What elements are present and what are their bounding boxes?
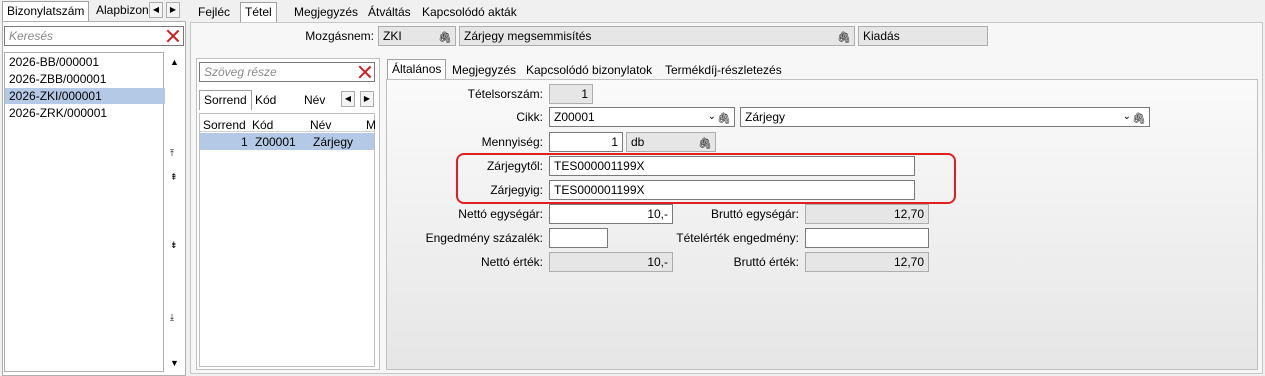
cell-code: Z00001 <box>255 135 296 149</box>
attachment-icon[interactable]: 🖇 <box>1132 110 1146 126</box>
attachment-icon[interactable]: 🖇 <box>837 29 851 45</box>
mid-search-placeholder: Szöveg része <box>204 65 277 79</box>
sort-tab-scroll-left-button[interactable]: ◀ <box>341 91 355 107</box>
movement-name-value: Zárjegy megsemmisítés <box>464 29 592 43</box>
scroll-up-icon[interactable]: ▲ <box>170 57 179 67</box>
discount-percent-label: Engedmény százalék: <box>425 231 543 245</box>
col-header-m[interactable]: M <box>366 118 376 132</box>
tab-fejlec[interactable]: Fejléc <box>194 3 234 23</box>
items-grid: Sorrend Kód Név M 1 Z00001 Zárjegy <box>199 113 376 367</box>
list-item[interactable]: 2026-BB/000001 <box>5 54 165 70</box>
attachment-icon[interactable]: 🖇 <box>438 29 452 45</box>
movement-type-field: Kiadás <box>858 26 988 46</box>
seal-to-value: TES000001199X <box>554 183 645 197</box>
gross-value-field: 12,70 <box>805 252 929 272</box>
movement-code-value: ZKI <box>383 29 402 43</box>
attachment-icon[interactable]: 🖇 <box>698 135 712 151</box>
net-unit-price-input[interactable]: 10,- <box>549 204 673 224</box>
quantity-value: 1 <box>611 135 618 149</box>
gross-value-value: 12,70 <box>893 255 924 269</box>
sort-tab-sorrend[interactable]: Sorrend <box>199 90 252 110</box>
document-list: 2026-BB/000001 2026-ZBB/000001 2026-ZKI/… <box>4 52 165 372</box>
tab-kapcsolodo-aktak[interactable]: Kapcsolódó akták <box>418 3 521 23</box>
unit-field[interactable]: db 🖇 <box>626 132 716 152</box>
col-header-kod[interactable]: Kód <box>252 118 273 132</box>
subtab-altalanos[interactable]: Általános <box>387 59 447 79</box>
tab-alapbizonylat[interactable]: Alapbizon <box>92 1 148 21</box>
tab-scroll-left-button[interactable]: ◀ <box>149 2 163 18</box>
sort-tab-scroll-right-button[interactable]: ▶ <box>360 91 374 107</box>
line-no-value: 1 <box>581 87 588 101</box>
scroll-page-down-icon[interactable]: ⇟ <box>170 240 178 251</box>
attachment-icon[interactable]: 🖇 <box>717 110 731 126</box>
movement-type-value: Kiadás <box>863 29 900 43</box>
item-code-select[interactable]: Z00001 ⌄ 🖇 <box>549 107 735 127</box>
line-no-field: 1 <box>549 84 593 104</box>
tab-atvaltas[interactable]: Átváltás <box>364 3 415 23</box>
list-item[interactable]: 2026-ZBB/000001 <box>5 71 165 87</box>
scroll-page-up-icon[interactable]: ⇞ <box>170 172 178 183</box>
item-name-select[interactable]: Zárjegy ⌄ 🖇 <box>740 107 1150 127</box>
movement-name-field[interactable]: Zárjegy megsemmisítés 🖇 <box>459 26 855 46</box>
cell-name: Zárjegy <box>313 135 354 149</box>
scroll-first-icon[interactable]: ⤒ <box>170 148 174 159</box>
col-header-nev[interactable]: Név <box>310 118 331 132</box>
chevron-down-icon[interactable]: ⌄ <box>708 108 716 126</box>
cell-order: 1 <box>241 135 248 149</box>
unit-value: db <box>631 135 645 149</box>
net-value-label: Nettó érték: <box>480 255 543 269</box>
col-header-sorrend[interactable]: Sorrend <box>203 118 246 132</box>
gross-unit-price-field: 12,70 <box>805 204 929 224</box>
subtab-megjegyzes[interactable]: Megjegyzés <box>448 61 520 81</box>
grid-header: Sorrend Kód Név M <box>200 114 376 132</box>
subtab-kapcsolodo-bizonylatok[interactable]: Kapcsolódó bizonylatok <box>522 61 656 81</box>
left-panel: Bizonylatszám Alapbizon ◀ ▶ Keresés 2026… <box>0 0 188 376</box>
tab-scroll-right-button[interactable]: ▶ <box>166 2 180 18</box>
item-name-value: Zárjegy <box>745 110 786 124</box>
seal-from-label: Zárjegytől: <box>486 159 543 173</box>
discount-percent-input[interactable] <box>549 228 608 248</box>
sort-tab-nev[interactable]: Név <box>300 91 329 111</box>
line-no-label: Tételsorszám: <box>467 87 543 101</box>
gross-value-label: Bruttó érték: <box>733 255 799 269</box>
movement-code-field[interactable]: ZKI 🖇 <box>378 26 456 46</box>
movement-label: Mozgásnem: <box>305 29 374 43</box>
quantity-label: Mennyiség: <box>481 135 543 149</box>
left-search-placeholder: Keresés <box>9 29 54 43</box>
clear-search-icon[interactable] <box>166 29 180 43</box>
seal-from-value: TES000001199X <box>554 159 645 173</box>
subtab-termekdij-reszletezes[interactable]: Termékdíj-részletezés <box>661 61 786 81</box>
scroll-down-icon[interactable]: ▼ <box>170 358 179 368</box>
gross-unit-price-value: 12,70 <box>893 207 924 221</box>
table-row[interactable]: 1 Z00001 Zárjegy <box>200 133 374 150</box>
tab-tetel[interactable]: Tétel <box>240 2 277 22</box>
tab-bizonylatszam[interactable]: Bizonylatszám <box>2 1 90 21</box>
list-item[interactable]: 2026-ZRK/000001 <box>5 105 165 121</box>
seal-to-label: Zárjegyig: <box>490 183 543 197</box>
quantity-input[interactable]: 1 <box>549 132 623 152</box>
tab-megjegyzes[interactable]: Megjegyzés <box>290 3 362 23</box>
seal-from-input[interactable]: TES000001199X <box>549 156 915 176</box>
clear-search-icon[interactable] <box>358 65 372 79</box>
net-value-field: 10,- <box>549 252 673 272</box>
chevron-down-icon[interactable]: ⌄ <box>1123 108 1131 126</box>
gross-unit-price-label: Bruttó egységár: <box>710 207 799 221</box>
line-discount-input[interactable] <box>805 228 929 248</box>
line-discount-label: Tételérték engedmény: <box>676 231 799 245</box>
mid-search-input[interactable]: Szöveg része <box>199 62 375 82</box>
item-label: Cikk: <box>516 110 543 124</box>
left-list-scrollbar[interactable]: ▲ ⤒ ⇞ ⇟ ⤓ ▼ <box>166 52 182 372</box>
list-item-selected[interactable]: 2026-ZKI/000001 <box>5 88 165 104</box>
seal-to-input[interactable]: TES000001199X <box>549 180 915 200</box>
item-code-value: Z00001 <box>554 110 595 124</box>
sort-tab-kod[interactable]: Kód <box>251 91 280 111</box>
net-unit-price-label: Nettó egységár: <box>458 207 543 221</box>
scroll-last-icon[interactable]: ⤓ <box>170 312 174 323</box>
left-search-input[interactable]: Keresés <box>4 26 184 46</box>
